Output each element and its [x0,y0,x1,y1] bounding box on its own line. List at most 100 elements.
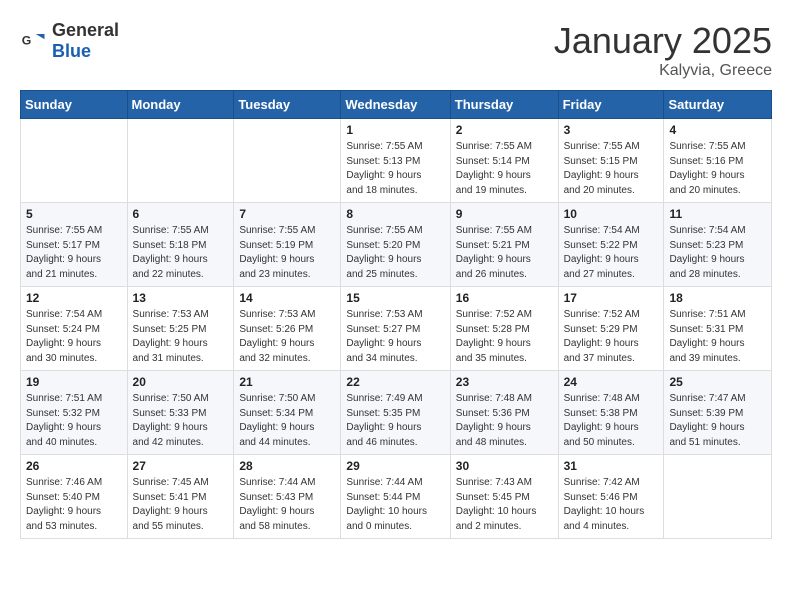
calendar-cell: 9 Sunrise: 7:55 AM Sunset: 5:21 PM Daylig… [450,203,558,287]
day-info: Sunrise: 7:53 AM Sunset: 5:27 PM Dayligh… [346,308,444,366]
day-info: Sunrise: 7:45 AM Sunset: 5:41 PM Dayligh… [133,476,229,534]
week-row-2: 5 Sunrise: 7:55 AM Sunset: 5:17 PM Daylig… [21,203,772,287]
day-header-friday: Friday [558,91,664,119]
week-row-5: 26 Sunrise: 7:46 AM Sunset: 5:40 PM Dayli… [21,455,772,539]
calendar-cell: 6 Sunrise: 7:55 AM Sunset: 5:18 PM Daylig… [127,203,234,287]
calendar-cell: 27Sunrise: 7:45 AM Sunset: 5:41 PM Dayli… [127,455,234,539]
day-number: 7 [239,207,335,221]
calendar-cell: 3Sunrise: 7:55 AM Sunset: 5:15 PM Daylig… [558,119,664,203]
day-number: 8 [346,207,444,221]
day-number: 19 [26,375,122,389]
day-info: Sunrise: 7:55 AM Sunset: 5:13 PM Dayligh… [346,140,444,198]
calendar-cell: 28 Sunrise: 7:44 AM Sunset: 5:43 PM Dayli… [234,455,341,539]
calendar-cell: 25 Sunrise: 7:47 AM Sunset: 5:39 PM Dayli… [664,371,772,455]
day-info: Sunrise: 7:53 AM Sunset: 5:25 PM Dayligh… [133,308,229,366]
day-number: 12 [26,291,122,305]
calendar-cell: 17 Sunrise: 7:52 AM Sunset: 5:29 PM Dayli… [558,287,664,371]
day-number: 25 [669,375,766,389]
calendar-cell: 30 Sunrise: 7:43 AM Sunset: 5:45 PM Dayli… [450,455,558,539]
calendar-cell: 29 Sunrise: 7:44 AM Sunset: 5:44 PM Dayli… [341,455,450,539]
day-number: 22 [346,375,444,389]
calendar-cell: 23Sunrise: 7:48 AM Sunset: 5:36 PM Dayli… [450,371,558,455]
day-info: Sunrise: 7:53 AM Sunset: 5:26 PM Dayligh… [239,308,335,366]
calendar-cell: 15 Sunrise: 7:53 AM Sunset: 5:27 PM Dayli… [341,287,450,371]
day-info: Sunrise: 7:46 AM Sunset: 5:40 PM Dayligh… [26,476,122,534]
svg-text:G: G [22,34,32,48]
day-info: Sunrise: 7:54 AM Sunset: 5:22 PM Dayligh… [564,224,659,282]
day-info: Sunrise: 7:42 AM Sunset: 5:46 PM Dayligh… [564,476,659,534]
day-number: 11 [669,207,766,221]
day-number: 29 [346,459,444,473]
day-info: Sunrise: 7:51 AM Sunset: 5:31 PM Dayligh… [669,308,766,366]
day-info: Sunrise: 7:55 AM Sunset: 5:14 PM Dayligh… [456,140,553,198]
day-number: 28 [239,459,335,473]
day-info: Sunrise: 7:43 AM Sunset: 5:45 PM Dayligh… [456,476,553,534]
day-info: Sunrise: 7:50 AM Sunset: 5:34 PM Dayligh… [239,392,335,450]
day-info: Sunrise: 7:51 AM Sunset: 5:32 PM Dayligh… [26,392,122,450]
header-row: SundayMondayTuesdayWednesdayThursdayFrid… [21,91,772,119]
day-info: Sunrise: 7:48 AM Sunset: 5:38 PM Dayligh… [564,392,659,450]
calendar-cell [664,455,772,539]
calendar-cell: 14Sunrise: 7:53 AM Sunset: 5:26 PM Dayli… [234,287,341,371]
day-number: 15 [346,291,444,305]
calendar-cell: 12Sunrise: 7:54 AM Sunset: 5:24 PM Dayli… [21,287,128,371]
day-info: Sunrise: 7:52 AM Sunset: 5:28 PM Dayligh… [456,308,553,366]
title-block: January 2025 Kalyvia, Greece [554,20,772,80]
calendar-cell: 8Sunrise: 7:55 AM Sunset: 5:20 PM Daylig… [341,203,450,287]
calendar-cell [21,119,128,203]
day-number: 30 [456,459,553,473]
day-number: 5 [26,207,122,221]
day-number: 24 [564,375,659,389]
day-number: 17 [564,291,659,305]
calendar-cell: 22 Sunrise: 7:49 AM Sunset: 5:35 PM Dayli… [341,371,450,455]
logo-blue: Blue [52,41,91,61]
calendar-cell: 5 Sunrise: 7:55 AM Sunset: 5:17 PM Daylig… [21,203,128,287]
day-header-wednesday: Wednesday [341,91,450,119]
calendar-cell [234,119,341,203]
calendar-cell: 1 Sunrise: 7:55 AM Sunset: 5:13 PM Daylig… [341,119,450,203]
day-info: Sunrise: 7:48 AM Sunset: 5:36 PM Dayligh… [456,392,553,450]
calendar-cell: 31 Sunrise: 7:42 AM Sunset: 5:46 PM Dayli… [558,455,664,539]
day-header-saturday: Saturday [664,91,772,119]
day-info: Sunrise: 7:55 AM Sunset: 5:16 PM Dayligh… [669,140,766,198]
day-info: Sunrise: 7:55 AM Sunset: 5:21 PM Dayligh… [456,224,553,282]
day-info: Sunrise: 7:55 AM Sunset: 5:18 PM Dayligh… [133,224,229,282]
week-row-4: 19 Sunrise: 7:51 AM Sunset: 5:32 PM Dayli… [21,371,772,455]
day-info: Sunrise: 7:49 AM Sunset: 5:35 PM Dayligh… [346,392,444,450]
day-number: 2 [456,123,553,137]
day-number: 21 [239,375,335,389]
calendar-cell: 21 Sunrise: 7:50 AM Sunset: 5:34 PM Dayli… [234,371,341,455]
day-number: 18 [669,291,766,305]
day-number: 9 [456,207,553,221]
day-number: 31 [564,459,659,473]
logo: G General Blue [20,20,119,62]
logo-general: General [52,20,119,40]
day-number: 26 [26,459,122,473]
day-info: Sunrise: 7:54 AM Sunset: 5:23 PM Dayligh… [669,224,766,282]
day-number: 1 [346,123,444,137]
day-number: 6 [133,207,229,221]
day-number: 3 [564,123,659,137]
day-info: Sunrise: 7:55 AM Sunset: 5:17 PM Dayligh… [26,224,122,282]
week-row-1: 1 Sunrise: 7:55 AM Sunset: 5:13 PM Daylig… [21,119,772,203]
day-info: Sunrise: 7:47 AM Sunset: 5:39 PM Dayligh… [669,392,766,450]
calendar-cell: 24 Sunrise: 7:48 AM Sunset: 5:38 PM Dayli… [558,371,664,455]
calendar-cell: 19 Sunrise: 7:51 AM Sunset: 5:32 PM Dayli… [21,371,128,455]
day-number: 20 [133,375,229,389]
day-info: Sunrise: 7:50 AM Sunset: 5:33 PM Dayligh… [133,392,229,450]
day-info: Sunrise: 7:52 AM Sunset: 5:29 PM Dayligh… [564,308,659,366]
calendar-cell: 16Sunrise: 7:52 AM Sunset: 5:28 PM Dayli… [450,287,558,371]
calendar-cell: 13 Sunrise: 7:53 AM Sunset: 5:25 PM Dayli… [127,287,234,371]
week-row-3: 12Sunrise: 7:54 AM Sunset: 5:24 PM Dayli… [21,287,772,371]
day-number: 10 [564,207,659,221]
day-info: Sunrise: 7:44 AM Sunset: 5:43 PM Dayligh… [239,476,335,534]
day-header-tuesday: Tuesday [234,91,341,119]
calendar-cell: 18 Sunrise: 7:51 AM Sunset: 5:31 PM Dayli… [664,287,772,371]
day-header-thursday: Thursday [450,91,558,119]
location: Kalyvia, Greece [554,62,772,80]
day-info: Sunrise: 7:55 AM Sunset: 5:19 PM Dayligh… [239,224,335,282]
calendar-cell: 10 Sunrise: 7:54 AM Sunset: 5:22 PM Dayli… [558,203,664,287]
day-number: 13 [133,291,229,305]
calendar-cell: 20 Sunrise: 7:50 AM Sunset: 5:33 PM Dayli… [127,371,234,455]
day-info: Sunrise: 7:44 AM Sunset: 5:44 PM Dayligh… [346,476,444,534]
